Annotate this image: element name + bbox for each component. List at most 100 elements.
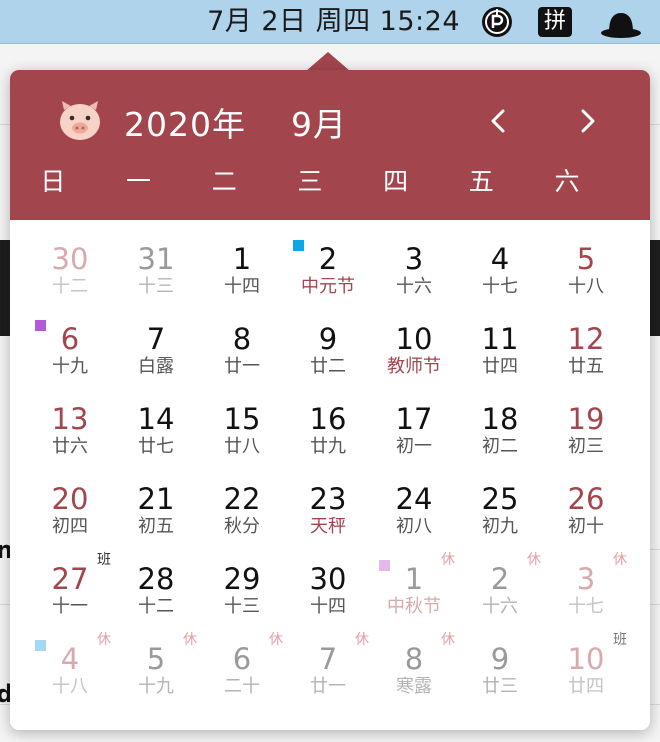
workday-badge: 班 <box>613 632 627 648</box>
day-cell[interactable]: 21 初五 <box>113 470 199 550</box>
weekday-label: 日 <box>40 167 66 196</box>
chevron-left-icon[interactable] <box>482 104 516 138</box>
day-cell[interactable]: 13 廿六 <box>27 390 113 470</box>
lunar-date: 十三 <box>224 596 260 617</box>
day-cell[interactable]: 3 十六 <box>371 230 457 310</box>
day-number: 24 <box>395 482 433 516</box>
day-number: 5 <box>576 242 596 276</box>
chevron-right-icon[interactable] <box>570 104 604 138</box>
day-cell[interactable]: 28 十二 <box>113 550 199 630</box>
parking-icon[interactable] <box>480 6 514 38</box>
day-cell[interactable]: 2 中元节 <box>285 230 371 310</box>
day-cell[interactable]: 12 廿五 <box>543 310 629 390</box>
lunar-date: 廿三 <box>482 676 518 697</box>
lunar-date: 初四 <box>52 516 88 537</box>
day-cell[interactable]: 10 教师节 <box>371 310 457 390</box>
hat-icon[interactable] <box>600 8 642 40</box>
day-cell[interactable]: 5 十八 <box>543 230 629 310</box>
day-cell[interactable]: 25 初九 <box>457 470 543 550</box>
day-number: 20 <box>51 482 89 516</box>
day-cell[interactable]: 8 廿一 <box>199 310 285 390</box>
day-cell[interactable]: 休 8 寒露 <box>371 630 457 710</box>
day-number: 16 <box>309 402 347 436</box>
day-cell[interactable]: 15 廿八 <box>199 390 285 470</box>
day-number: 4 <box>490 242 510 276</box>
lunar-date: 廿八 <box>224 436 260 457</box>
day-cell[interactable]: 4 十七 <box>457 230 543 310</box>
lunar-date: 初十 <box>568 516 604 537</box>
lunar-date: 十一 <box>52 596 88 617</box>
holiday-badge: 休 <box>613 552 627 568</box>
lunar-date: 十八 <box>568 276 604 297</box>
lunar-date: 教师节 <box>387 356 441 377</box>
day-number: 23 <box>309 482 347 516</box>
day-number: 9 <box>490 642 510 676</box>
day-cell[interactable]: 23 天秤 <box>285 470 371 550</box>
day-cell[interactable]: 7 白露 <box>113 310 199 390</box>
lunar-date: 廿四 <box>568 676 604 697</box>
event-marker <box>35 640 46 651</box>
day-cell[interactable]: 11 廿四 <box>457 310 543 390</box>
weekday-label: 一 <box>126 167 152 196</box>
workday-badge: 班 <box>97 552 111 568</box>
day-cell[interactable]: 30 十二 <box>27 230 113 310</box>
holiday-badge: 休 <box>269 632 283 648</box>
day-cell[interactable]: 9 廿三 <box>457 630 543 710</box>
lunar-date: 初一 <box>396 436 432 457</box>
day-cell[interactable]: 29 十三 <box>199 550 285 630</box>
day-cell[interactable]: 班 10 廿四 <box>543 630 629 710</box>
lunar-date: 天秤 <box>310 516 346 537</box>
day-number: 14 <box>137 402 175 436</box>
input-method-icon[interactable]: 拼 <box>538 7 572 37</box>
day-cell[interactable]: 9 廿二 <box>285 310 371 390</box>
day-cell[interactable]: 休 7 廿一 <box>285 630 371 710</box>
day-cell[interactable]: 休 1 中秋节 <box>371 550 457 630</box>
day-number: 19 <box>567 402 605 436</box>
holiday-badge: 休 <box>527 552 541 568</box>
day-cell[interactable]: 24 初八 <box>371 470 457 550</box>
day-cell[interactable]: 6 十九 <box>27 310 113 390</box>
day-cell[interactable]: 休 3 十七 <box>543 550 629 630</box>
day-number: 22 <box>223 482 261 516</box>
day-cell[interactable]: 16 廿九 <box>285 390 371 470</box>
day-cell[interactable]: 22 秋分 <box>199 470 285 550</box>
day-cell[interactable]: 休 5 十九 <box>113 630 199 710</box>
day-cell[interactable]: 31 十三 <box>113 230 199 310</box>
day-cell[interactable]: 休 6 二十 <box>199 630 285 710</box>
lunar-date: 十七 <box>482 276 518 297</box>
day-cell[interactable]: 19 初三 <box>543 390 629 470</box>
day-cell[interactable]: 休 2 十六 <box>457 550 543 630</box>
menubar-clock[interactable]: 7月 2日 周四 15:24 <box>207 0 460 44</box>
day-cell[interactable]: 1 十四 <box>199 230 285 310</box>
day-number: 10 <box>395 322 433 356</box>
lunar-date: 廿七 <box>138 436 174 457</box>
lunar-date: 十六 <box>396 276 432 297</box>
lunar-date: 廿四 <box>482 356 518 377</box>
day-cell[interactable]: 班 27 十一 <box>27 550 113 630</box>
day-cell[interactable]: 26 初十 <box>543 470 629 550</box>
event-marker <box>293 240 304 251</box>
holiday-badge: 休 <box>441 632 455 648</box>
day-cell[interactable]: 30 十四 <box>285 550 371 630</box>
event-marker <box>35 320 46 331</box>
day-cell[interactable]: 20 初四 <box>27 470 113 550</box>
day-cell[interactable]: 休 4 十八 <box>27 630 113 710</box>
day-cell[interactable]: 18 初二 <box>457 390 543 470</box>
day-number: 12 <box>567 322 605 356</box>
event-marker <box>379 560 390 571</box>
day-cell[interactable]: 14 廿七 <box>113 390 199 470</box>
day-number: 9 <box>318 322 338 356</box>
day-number: 3 <box>404 242 424 276</box>
lunar-date: 十四 <box>224 276 260 297</box>
day-number: 28 <box>137 562 175 596</box>
holiday-badge: 休 <box>355 632 369 648</box>
lunar-date: 白露 <box>138 356 174 377</box>
weekday-header-row: 日一二三四五六 <box>10 162 650 202</box>
calendar-popup: 2020年 9月 日一二三四五六 30 十二 31 十三 1 十四 2 中元节 3 十六 4 十七 5 十… <box>10 70 650 730</box>
day-cell[interactable]: 17 初一 <box>371 390 457 470</box>
lunar-date: 廿五 <box>568 356 604 377</box>
day-number: 26 <box>567 482 605 516</box>
day-number: 31 <box>137 242 175 276</box>
title-year: 2020年 <box>124 105 246 144</box>
lunar-date: 十八 <box>52 676 88 697</box>
